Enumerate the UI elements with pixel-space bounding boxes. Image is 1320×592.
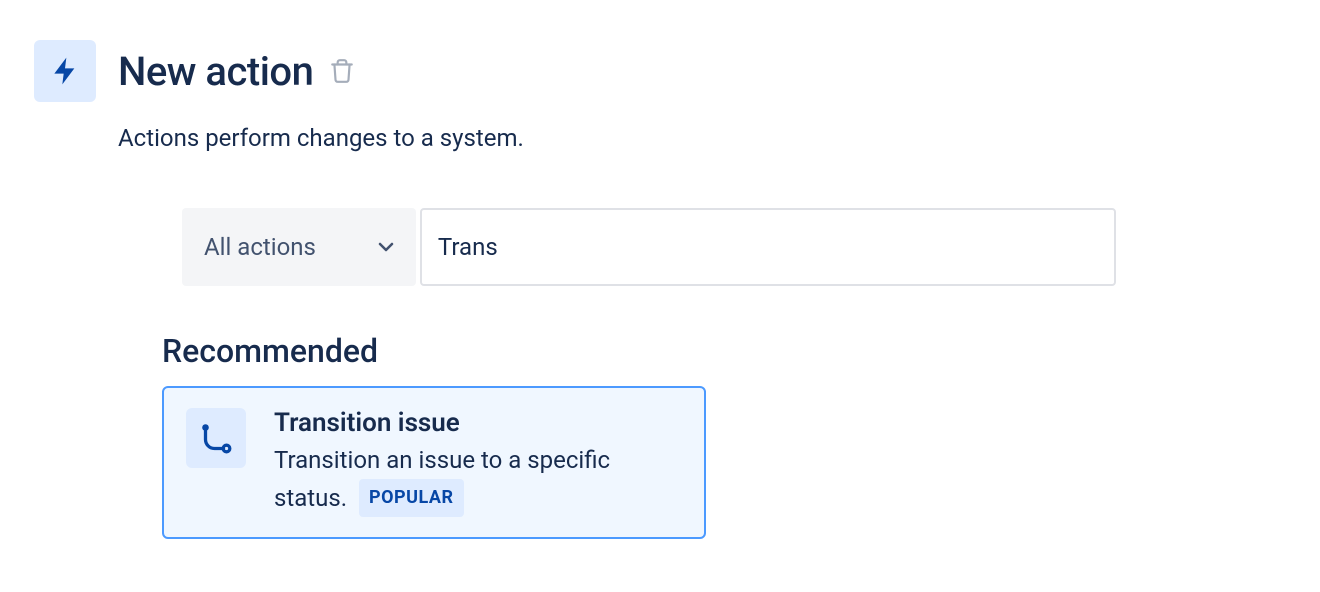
trash-icon xyxy=(329,57,355,85)
card-body: Transition issue Transition an issue to … xyxy=(274,408,682,517)
page-subtitle: Actions perform changes to a system. xyxy=(118,124,1286,152)
card-icon xyxy=(186,408,246,468)
delete-button[interactable] xyxy=(327,55,357,87)
actions-category-dropdown[interactable]: All actions xyxy=(182,208,416,286)
card-title: Transition issue xyxy=(274,408,682,438)
lightning-icon xyxy=(49,51,81,91)
action-search-input[interactable] xyxy=(420,208,1116,286)
chevron-down-icon xyxy=(374,235,398,259)
action-card-transition-issue[interactable]: Transition issue Transition an issue to … xyxy=(162,386,706,539)
page-title: New action xyxy=(118,48,313,95)
card-description: Transition an issue to a specific status… xyxy=(274,442,682,517)
transition-icon xyxy=(198,420,234,456)
dropdown-label: All actions xyxy=(204,233,316,261)
recommended-heading: Recommended xyxy=(162,332,1286,370)
popular-badge: POPULAR xyxy=(359,479,464,517)
action-icon xyxy=(34,40,96,102)
